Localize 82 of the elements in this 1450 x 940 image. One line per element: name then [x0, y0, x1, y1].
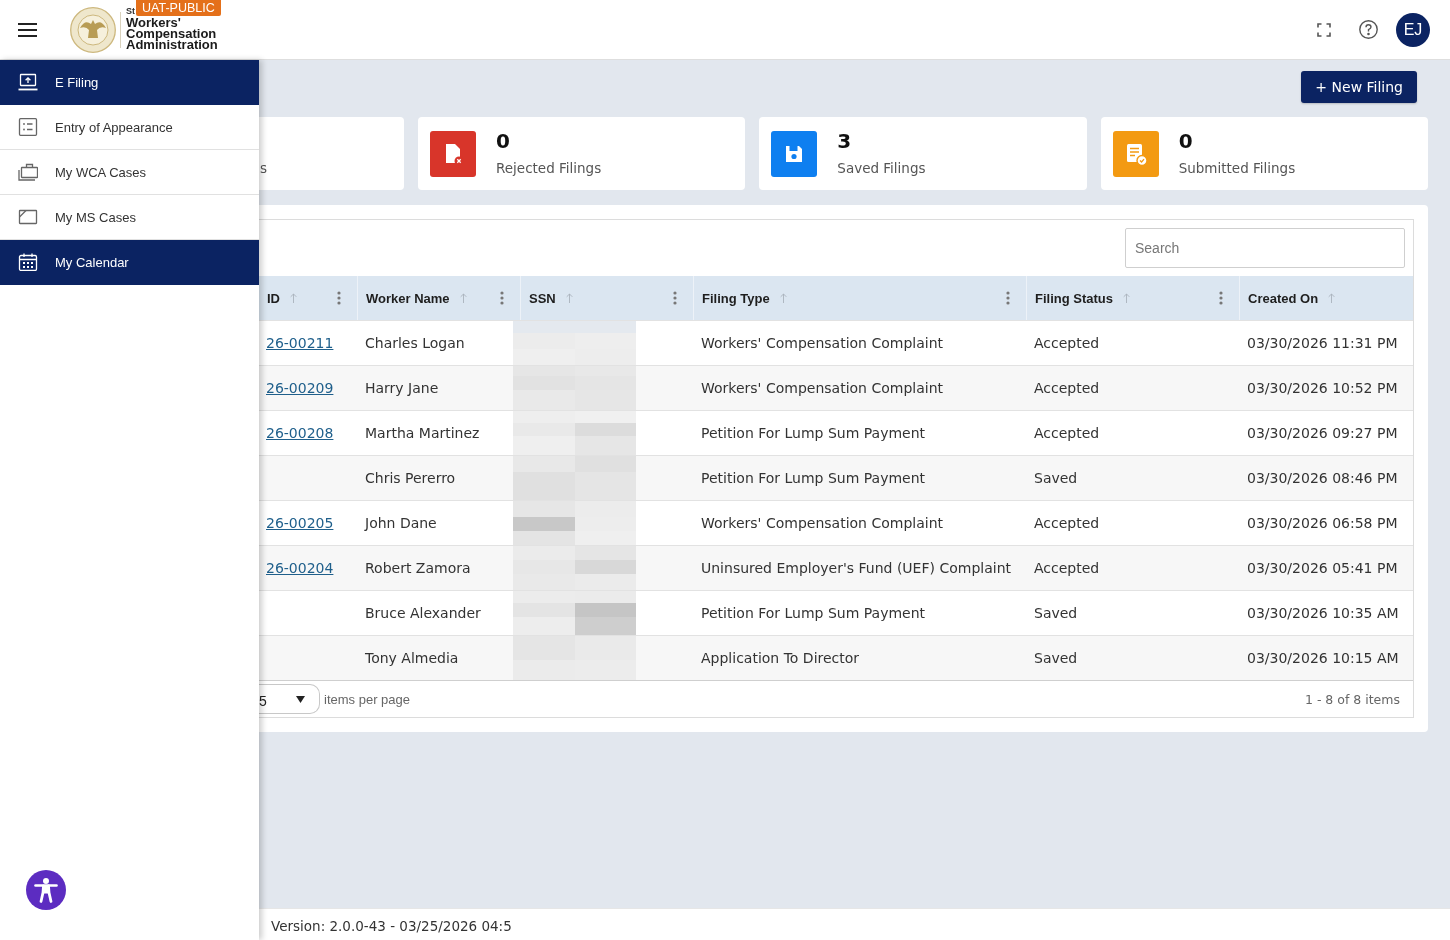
table-cell-text: Workers' Compensation Complaint [700, 334, 944, 353]
user-avatar[interactable]: EJ [1396, 12, 1430, 47]
calendar-icon [18, 253, 38, 271]
org-name: Workers' Compensation Administration [126, 17, 218, 50]
stat-label: Saved Filings [837, 159, 926, 178]
table-cell-text: Saved [1033, 649, 1079, 668]
table-cell-text: Tony Almedia [364, 649, 460, 668]
filing-id-link[interactable]: 26-00209 [266, 380, 334, 396]
menu-icon[interactable] [18, 22, 37, 37]
sidebar-item[interactable]: Entry of Appearance [0, 105, 259, 150]
stat-count: 0 [1178, 129, 1194, 153]
checklist-icon [18, 118, 38, 136]
filing-id-link[interactable]: 26-00208 [266, 425, 334, 441]
sort-arrow-icon [459, 293, 467, 303]
new-filing-button[interactable]: + New Filing [1301, 71, 1417, 103]
table-cell-text: Petition For Lump Sum Payment [700, 424, 927, 443]
table-cell-text: Martha Martinez [364, 424, 481, 443]
table-cell-text: Petition For Lump Sum Payment [700, 469, 927, 488]
table-cell-text: Harry Jane [364, 379, 440, 398]
filing-id-link[interactable]: 26-00204 [266, 560, 334, 576]
table-cell-text: 03/30/2026 06:58 PM [1246, 514, 1399, 533]
search-field[interactable]: Search [1125, 228, 1405, 268]
table-cell-text: 03/30/2026 10:15 AM [1246, 649, 1400, 668]
stat-label: s [260, 159, 268, 178]
fullscreen-icon[interactable] [1317, 22, 1331, 37]
column-menu-icon[interactable] [1219, 291, 1223, 305]
laptop-upload-icon [18, 73, 38, 91]
environment-badge: UAT-PUBLIC [136, 0, 221, 16]
sort-arrow-icon [779, 293, 787, 303]
column-menu-icon[interactable] [1006, 291, 1010, 305]
items-per-page-label: items per page [324, 691, 410, 707]
version-text: Version: 2.0.0-43 - 03/25/2026 04:5 [271, 918, 512, 934]
table-cell-text: Saved [1033, 604, 1079, 623]
table-cell-text: 03/30/2026 10:52 PM [1246, 379, 1399, 398]
table-cell-text: Chris Pererro [364, 469, 457, 488]
stat-label: Rejected Filings [496, 159, 602, 178]
sidebar-item[interactable]: My WCA Cases [0, 150, 259, 195]
stat-count: 0 [496, 129, 511, 153]
pagination-range: 1 - 8 of 8 items [1304, 691, 1400, 707]
table-cell-text: John Dane [363, 514, 438, 533]
card-slash-icon [18, 208, 38, 226]
filing-id-link[interactable]: 26-00211 [266, 335, 334, 351]
sidebar-item[interactable]: My Calendar [0, 240, 259, 285]
sort-arrow-icon [290, 293, 297, 303]
table-cell-text: Accepted [1033, 559, 1101, 578]
table-cell-text: Robert Zamora [364, 559, 472, 578]
accessibility-icon[interactable] [26, 870, 66, 910]
table-cell-text: Accepted [1033, 379, 1101, 398]
stat-label: Submitted Filings [1178, 159, 1296, 178]
stat-count: 3 [837, 129, 853, 153]
page-size-select[interactable]: 5 [259, 684, 320, 714]
table-cell-text: Petition For Lump Sum Payment [700, 604, 927, 623]
column-menu-icon[interactable] [500, 291, 504, 305]
seal-logo [70, 6, 116, 53]
table-cell-text: Accepted [1033, 424, 1101, 443]
table-cell-text: Accepted [1033, 334, 1101, 353]
table-cell-text: Workers' Compensation Complaint [700, 514, 944, 533]
table-cell-text: 03/30/2026 09:27 PM [1246, 424, 1399, 443]
sidebar-item[interactable]: E Filing [0, 60, 259, 105]
table-cell-text: Application To Director [700, 649, 861, 668]
table-cell-text: Workers' Compensation Complaint [700, 379, 944, 398]
table-cell-text: 03/30/2026 08:46 PM [1246, 469, 1399, 488]
table-cell-text: Saved [1033, 469, 1079, 488]
caret-down-icon [296, 695, 305, 703]
help-icon[interactable] [1359, 20, 1378, 39]
sort-arrow-icon [1328, 293, 1336, 303]
table-cell-text: Uninsured Employer's Fund (UEF) Complaint [700, 559, 1012, 578]
briefcase-icon [18, 163, 38, 181]
table-cell-text: Bruce Alexander [364, 604, 482, 623]
sort-arrow-icon [565, 293, 573, 303]
sort-arrow-icon [1123, 293, 1130, 303]
table-cell-text: Accepted [1033, 514, 1101, 533]
column-header[interactable]: ID [259, 276, 357, 320]
table-cell-text: 03/30/2026 05:41 PM [1246, 559, 1399, 578]
table-cell-text: Charles Logan [364, 334, 466, 353]
column-menu-icon[interactable] [337, 291, 341, 305]
filing-id-link[interactable]: 26-00205 [266, 515, 334, 531]
org-name-prefix: St [126, 7, 135, 16]
table-cell-text: 03/30/2026 11:31 PM [1246, 334, 1399, 353]
table-cell-text: 03/30/2026 10:35 AM [1246, 604, 1400, 623]
sidebar-item[interactable]: My MS Cases [0, 195, 259, 240]
column-menu-icon[interactable] [673, 291, 677, 305]
